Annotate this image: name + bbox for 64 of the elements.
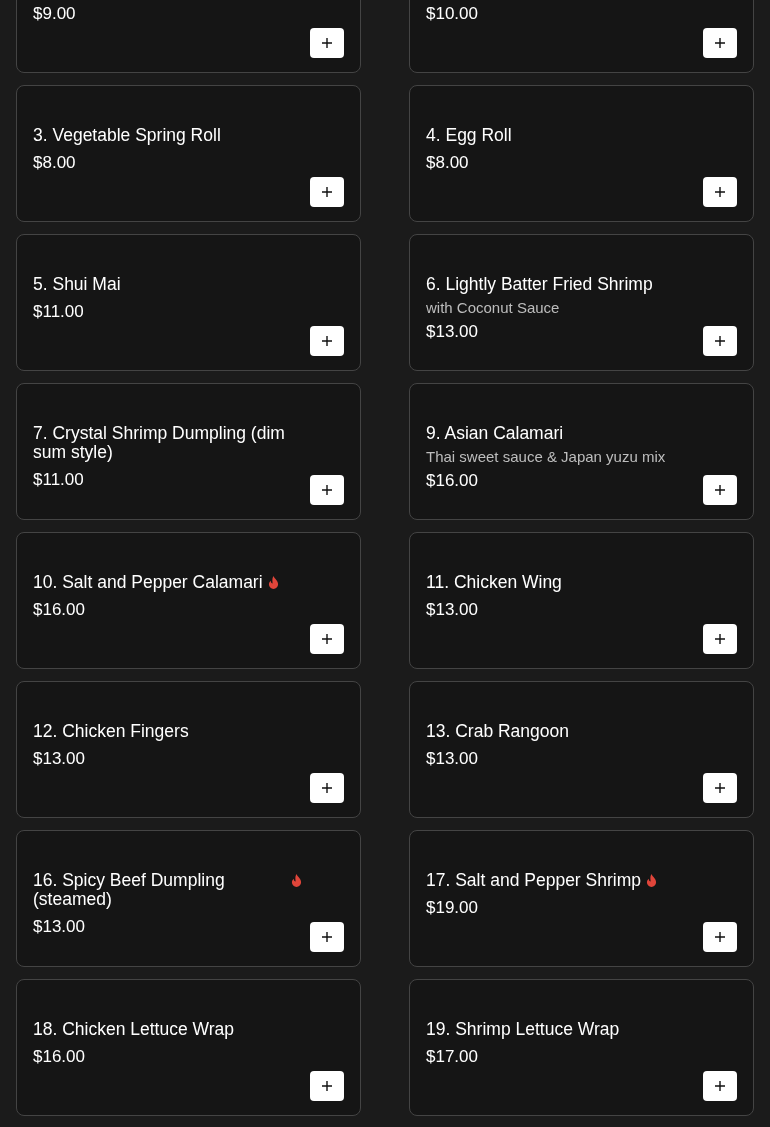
item-price: $13.00 xyxy=(426,749,479,769)
item-name: 19. Shrimp Lettuce Wrap xyxy=(426,1020,620,1039)
plus-icon xyxy=(715,932,725,942)
add-button[interactable] xyxy=(310,177,344,207)
add-button[interactable] xyxy=(703,1071,737,1101)
add-button[interactable] xyxy=(310,326,344,356)
add-button[interactable] xyxy=(703,773,737,803)
plus-icon xyxy=(322,187,332,197)
item-price: $8.00 xyxy=(33,153,77,173)
plus-icon xyxy=(322,1081,332,1091)
item-name: 18. Chicken Lettuce Wrap xyxy=(33,1020,235,1039)
plus-icon xyxy=(715,336,725,346)
item-price: $16.00 xyxy=(426,471,479,491)
plus-icon xyxy=(715,783,725,793)
item-price: $9.00 xyxy=(33,4,76,24)
item-description: Thai sweet sauce & Japan yuzu mix xyxy=(426,448,666,465)
plus-icon xyxy=(322,932,332,942)
item-price: $10.00 xyxy=(426,4,478,24)
item-price: $13.00 xyxy=(33,749,86,769)
item-name: 9. Asian Calamari xyxy=(426,424,564,443)
add-button[interactable] xyxy=(703,28,737,58)
item-name: 3. Vegetable Spring Roll xyxy=(33,126,221,145)
item-price: $17.00 xyxy=(426,1047,479,1067)
add-button[interactable] xyxy=(703,326,737,356)
add-button[interactable] xyxy=(310,922,344,952)
add-button[interactable] xyxy=(703,922,737,952)
item-price: $16.00 xyxy=(33,600,86,620)
item-name: 4. Egg Roll xyxy=(426,126,512,145)
item-name: 11. Chicken Wing xyxy=(426,573,562,592)
item-name: 5. Shui Mai xyxy=(33,275,121,294)
plus-icon xyxy=(715,485,725,495)
plus-icon xyxy=(322,336,332,346)
item-name: 6. Lightly Batter Fried Shrimp xyxy=(426,275,653,294)
plus-icon xyxy=(715,634,725,644)
item-price: $16.00 xyxy=(33,1047,86,1067)
item-description: with Coconut Sauce xyxy=(426,299,561,316)
item-name: 10. Salt and Pepper Calamari xyxy=(33,573,263,592)
item-name: 13. Crab Rangoon xyxy=(426,722,570,741)
item-price: $8.00 xyxy=(426,153,470,173)
add-button[interactable] xyxy=(310,28,344,58)
item-name: 16. Spicy Beef Dumpling (steamed) xyxy=(33,871,226,909)
item-price: $13.00 xyxy=(426,600,479,620)
add-button[interactable] xyxy=(310,475,344,505)
plus-icon xyxy=(715,38,725,48)
item-price: $11.00 xyxy=(33,302,85,322)
add-button[interactable] xyxy=(703,475,737,505)
plus-icon xyxy=(322,485,332,495)
add-button[interactable] xyxy=(703,624,737,654)
item-price: $13.00 xyxy=(426,322,479,342)
add-button[interactable] xyxy=(310,624,344,654)
add-button[interactable] xyxy=(310,1071,344,1101)
plus-icon xyxy=(322,634,332,644)
item-price: $19.00 xyxy=(426,898,479,918)
item-name: 7. Crystal Shrimp Dumpling (dim sum style) xyxy=(33,424,286,462)
plus-icon xyxy=(715,187,725,197)
add-button[interactable] xyxy=(703,177,737,207)
item-name: 12. Chicken Fingers xyxy=(33,722,189,741)
plus-icon xyxy=(322,38,332,48)
item-price: $13.00 xyxy=(33,917,86,937)
item-price: $11.00 xyxy=(33,470,85,490)
plus-icon xyxy=(715,1081,725,1091)
plus-icon xyxy=(322,783,332,793)
add-button[interactable] xyxy=(310,773,344,803)
item-name: 17. Salt and Pepper Shrimp xyxy=(426,871,641,890)
